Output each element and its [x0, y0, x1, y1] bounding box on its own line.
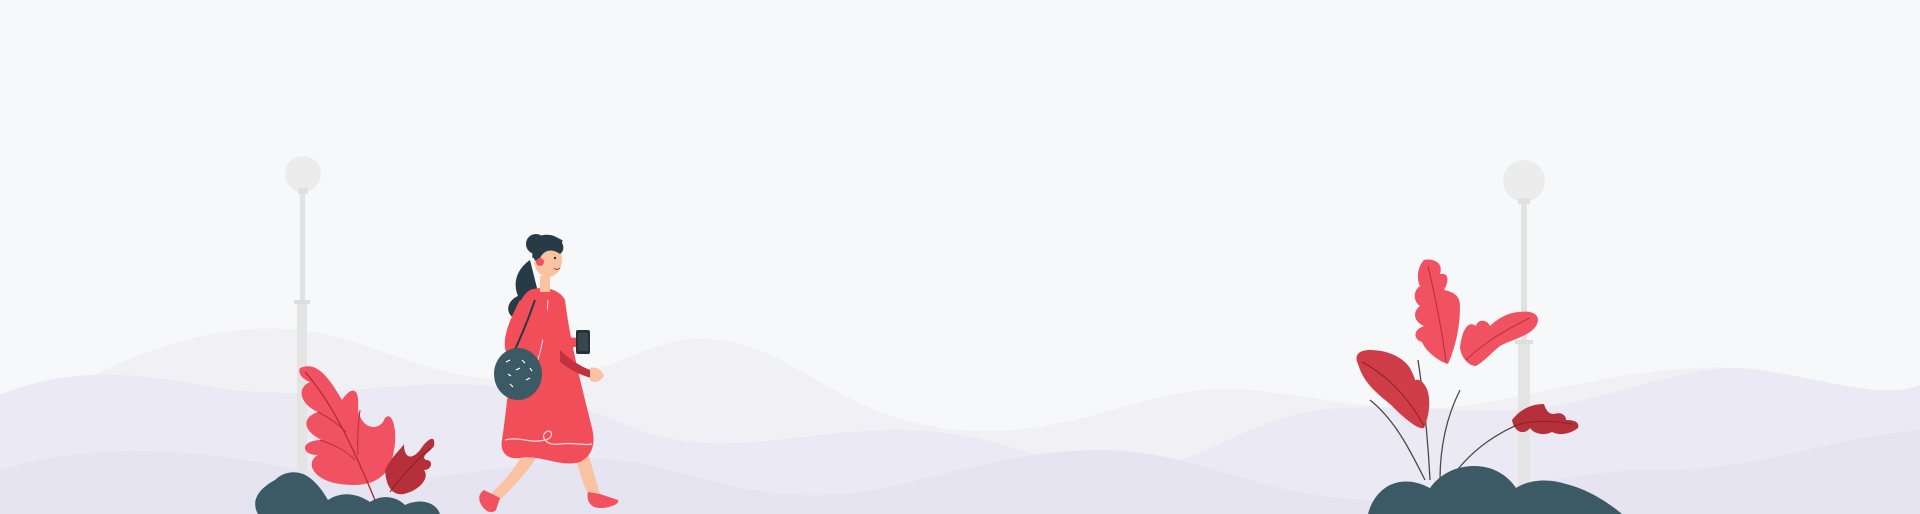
hero-illustration — [0, 0, 1920, 514]
scene-svg — [0, 0, 1920, 514]
